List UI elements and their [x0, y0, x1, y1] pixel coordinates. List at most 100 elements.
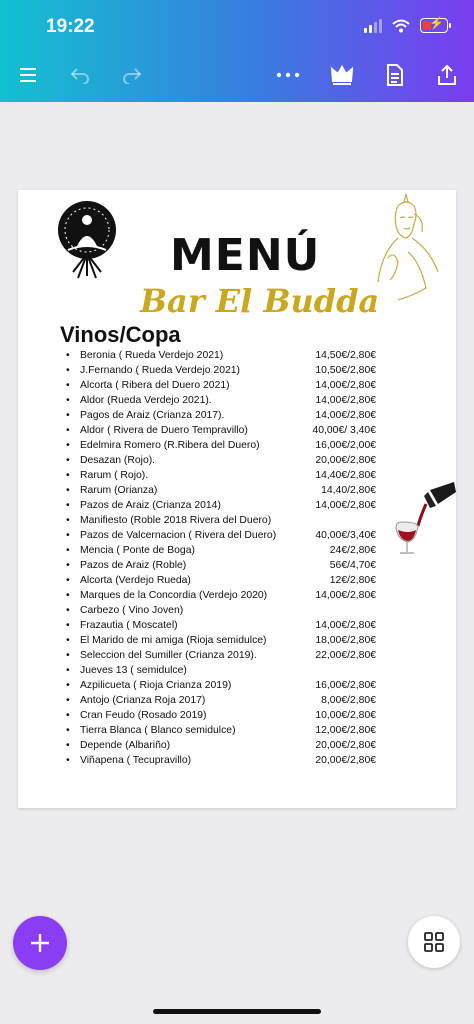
bullet: • [66, 395, 70, 406]
wine-row: • Seleccion del Sumiller (Crianza 2019). 2… [66, 650, 376, 665]
wine-price: 20,00€/2,80€ [315, 740, 376, 751]
wine-row: • Viñapena ( Tecupravillo) 20,00€/2,80€ [66, 755, 376, 770]
wine-row: • Beronia ( Rueda Verdejo 2021) 14,50€/2,8… [66, 350, 376, 365]
wine-price: 20,00€/2,80€ [315, 755, 376, 766]
wine-price: 18,00€/2,80€ [315, 635, 376, 646]
share-icon[interactable] [431, 60, 463, 90]
wine-price: 40,00€/ 3,40€ [312, 425, 376, 436]
bar-name: Bar El Budda [140, 282, 380, 320]
section-title: Vinos/Copa [60, 322, 181, 347]
plus-icon [31, 934, 49, 952]
wine-name: Alcorta ( Ribera del Duero 2021) [80, 380, 230, 391]
wine-price: 56€/4,70€ [329, 560, 376, 571]
bullet: • [66, 425, 70, 436]
bullet: • [66, 605, 70, 616]
wine-price: 14,00€/2,80€ [315, 380, 376, 391]
bullet: • [66, 710, 70, 721]
wine-name: Depende (Albariño) [80, 740, 171, 751]
wine-name: Frazautia ( Moscatel) [80, 620, 178, 631]
wine-price: 20,00€/2,80€ [315, 455, 376, 466]
wine-name: Marques de la Concordia (Verdejo 2020) [80, 590, 268, 601]
wine-bottle-pour-image [395, 482, 456, 554]
bullet: • [66, 680, 70, 691]
wine-price: 14,50€/2,80€ [315, 350, 376, 361]
crown-icon[interactable] [326, 60, 358, 90]
wine-row: • J.Fernando ( Rueda Verdejo 2021) 10,50€/… [66, 365, 376, 380]
document-icon[interactable] [379, 60, 411, 90]
wine-row: • Alcorta (Verdejo Rueda) 12€/2,80€ [66, 575, 376, 590]
wine-row: • Antojo (Crianza Roja 2017) 8,00€/2,80€ [66, 695, 376, 710]
wine-name: Jueves 13 ( semidulce) [80, 665, 187, 676]
wine-row: • Frazautia ( Moscatel) 14,00€/2,80€ [66, 620, 376, 635]
wine-name: Antojo (Crianza Roja 2017) [80, 695, 206, 706]
menu-page: MENÚ Bar El Budda Vinos/Copa • Beronia ( … [18, 190, 456, 808]
wine-price: 22,00€/2,80€ [315, 650, 376, 661]
status-icons: ⚡ [364, 16, 451, 33]
wine-price: 10,50€/2,80€ [315, 365, 376, 376]
wine-name: Aldor ( Rivera de Duero Tempravillo) [80, 425, 248, 436]
buddha-drawing [377, 193, 439, 301]
wine-name: El Marido de mi amiga (Rioja semidulce) [80, 635, 267, 646]
redo-icon[interactable] [116, 60, 148, 90]
bullet: • [66, 470, 70, 481]
bullet: • [66, 695, 70, 706]
bullet: • [66, 380, 70, 391]
wine-name: Viñapena ( Tecupravillo) [80, 755, 192, 766]
wine-price: 14,00€/2,80€ [315, 395, 376, 406]
wine-row: • Azpilicueta ( Rioja Crianza 2019) 16,00€… [66, 680, 376, 695]
wine-row: • Pagos de Araiz (Crianza 2017). 14,00€/2,… [66, 410, 376, 425]
bullet: • [66, 350, 70, 361]
wine-name: Alcorta (Verdejo Rueda) [80, 575, 191, 586]
wine-row: • Rarum (Orianza) 14,40/2,80€ [66, 485, 376, 500]
bullet: • [66, 755, 70, 766]
bullet: • [66, 650, 70, 661]
bullet: • [66, 620, 70, 631]
bullet: • [66, 590, 70, 601]
status-time: 19:22 [46, 16, 95, 37]
wine-name: Desazan (Rojo). [80, 455, 156, 466]
wine-name: Pazos de Araiz (Crianza 2014) [80, 500, 221, 511]
wine-row: • Manifiesto (Roble 2018 Rivera del Duero… [66, 515, 376, 530]
bullet: • [66, 455, 70, 466]
wine-price: 14,00€/2,80€ [315, 620, 376, 631]
wine-row: • Aldor (Rueda Verdejo 2021). 14,00€/2,80€ [66, 395, 376, 410]
wine-name: Rarum (Orianza) [80, 485, 158, 496]
more-icon[interactable] [272, 60, 304, 90]
wine-name: Seleccion del Sumiller (Crianza 2019). [80, 650, 257, 661]
bullet: • [66, 410, 70, 421]
wine-price: 14,00€/2,80€ [315, 590, 376, 601]
wine-price: 16,00€/2,00€ [315, 440, 376, 451]
bullet: • [66, 665, 70, 676]
wine-row: • Pazos de Araiz (Roble) 56€/4,70€ [66, 560, 376, 575]
undo-icon[interactable] [64, 60, 96, 90]
bullet: • [66, 575, 70, 586]
wine-name: Rarum ( Rojo). [80, 470, 149, 481]
bullet: • [66, 440, 70, 451]
wine-name: Manifiesto (Roble 2018 Rivera del Duero) [80, 515, 272, 526]
wine-name: J.Fernando ( Rueda Verdejo 2021) [80, 365, 241, 376]
wine-price: 14,40€/2,80€ [315, 470, 376, 481]
wine-name: Pazos de Valcernacion ( Rivera del Duero… [80, 530, 277, 541]
wine-row: • Pazos de Araiz (Crianza 2014) 14,00€/2,8… [66, 500, 376, 515]
wine-name: Aldor (Rueda Verdejo 2021). [80, 395, 212, 406]
home-indicator [153, 1009, 321, 1014]
add-button[interactable] [13, 916, 67, 970]
wine-row: • Carbezo ( Vino Joven) [66, 605, 376, 620]
wine-name: Beronia ( Rueda Verdejo 2021) [80, 350, 224, 361]
bullet: • [66, 725, 70, 736]
wine-price: 16,00€/2,80€ [315, 680, 376, 691]
menu-icon[interactable] [12, 60, 44, 90]
wine-row: • Cran Feudo (Rosado 2019) 10,00€/2,80€ [66, 710, 376, 725]
wine-name: Edelmira Romero (R.Ribera del Duero) [80, 440, 260, 451]
wine-list: • Beronia ( Rueda Verdejo 2021) 14,50€/2,8… [66, 350, 376, 770]
wine-price: 14,00€/2,80€ [315, 500, 376, 511]
wine-row: • Mencia ( Ponte de Boga) 24€/2,80€ [66, 545, 376, 560]
tree-of-life-logo [58, 201, 116, 279]
wine-price: 12,00€/2,80€ [315, 725, 376, 736]
wine-name: Pagos de Araiz (Crianza 2017). [80, 410, 225, 421]
wine-name: Carbezo ( Vino Joven) [80, 605, 184, 616]
bullet: • [66, 530, 70, 541]
bullet: • [66, 545, 70, 556]
pages-grid-button[interactable] [408, 916, 460, 968]
wine-row: • El Marido de mi amiga (Rioja semidulce)… [66, 635, 376, 650]
